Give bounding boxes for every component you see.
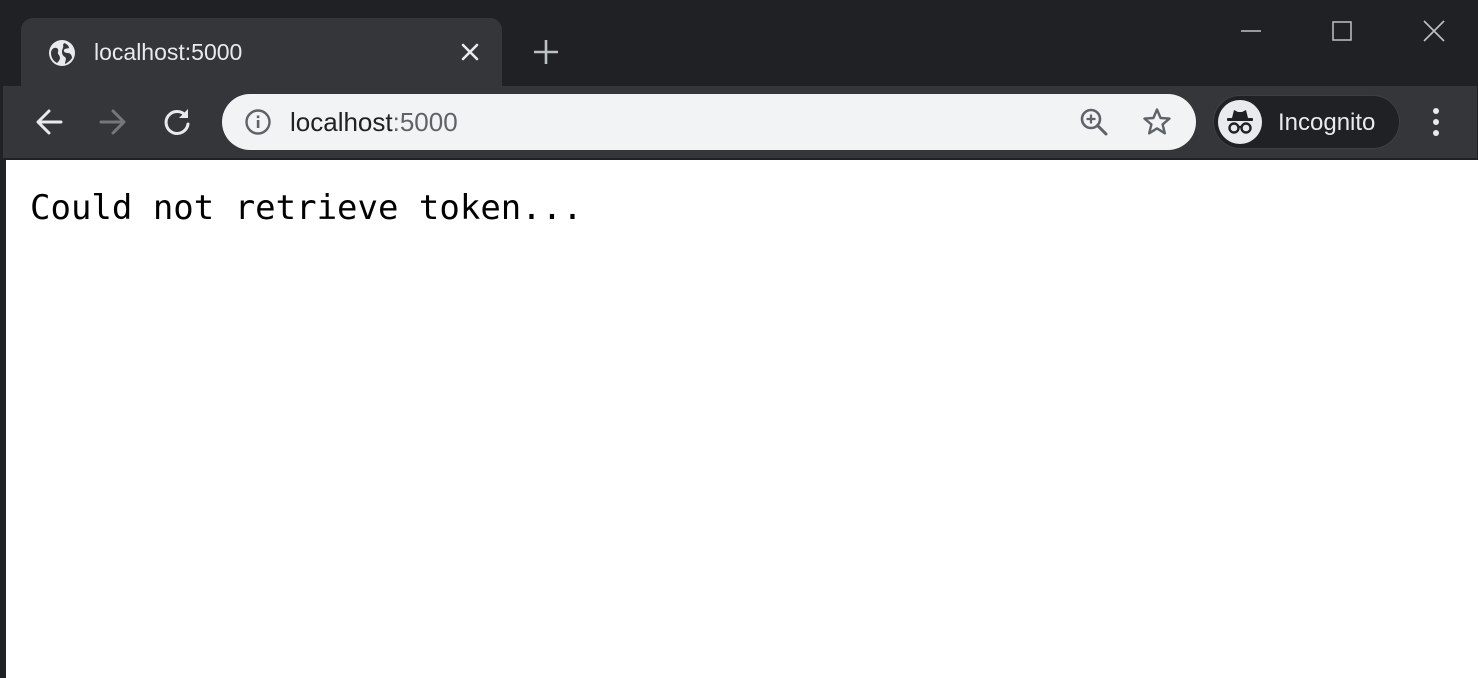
- incognito-profile-button[interactable]: Incognito: [1213, 95, 1400, 149]
- tab-title: localhost:5000: [94, 39, 243, 65]
- new-tab-plus-icon[interactable]: [530, 36, 562, 68]
- forward-arrow-icon[interactable]: [95, 104, 131, 140]
- maximize-icon[interactable]: [1320, 14, 1364, 48]
- info-icon[interactable]: [244, 108, 272, 136]
- url-host: localhost: [290, 107, 393, 137]
- reload-icon[interactable]: [159, 104, 195, 140]
- incognito-icon: [1218, 100, 1262, 144]
- close-icon[interactable]: [456, 38, 484, 66]
- tab-active[interactable]: localhost:5000: [21, 18, 502, 86]
- back-arrow-icon[interactable]: [31, 104, 67, 140]
- browser-window: localhost:5000 localhost:5000 Incognito …: [0, 0, 1478, 678]
- address-url[interactable]: localhost:5000: [290, 107, 458, 137]
- minimize-icon[interactable]: [1229, 14, 1273, 48]
- incognito-label: Incognito: [1278, 109, 1376, 136]
- more-vertical-icon[interactable]: [1418, 104, 1454, 140]
- globe-icon: [48, 39, 76, 67]
- page-content: Could not retrieve token...: [6, 160, 1478, 678]
- url-port: :5000: [392, 107, 458, 137]
- error-message: Could not retrieve token...: [30, 188, 583, 228]
- tab-strip: localhost:5000: [3, 0, 1477, 86]
- window-close-icon[interactable]: [1412, 14, 1456, 48]
- zoom-in-icon[interactable]: [1079, 107, 1109, 137]
- browser-toolbar: localhost:5000 Incognito: [3, 86, 1477, 158]
- address-bar[interactable]: localhost:5000: [222, 94, 1196, 150]
- bookmark-star-icon[interactable]: [1142, 107, 1172, 137]
